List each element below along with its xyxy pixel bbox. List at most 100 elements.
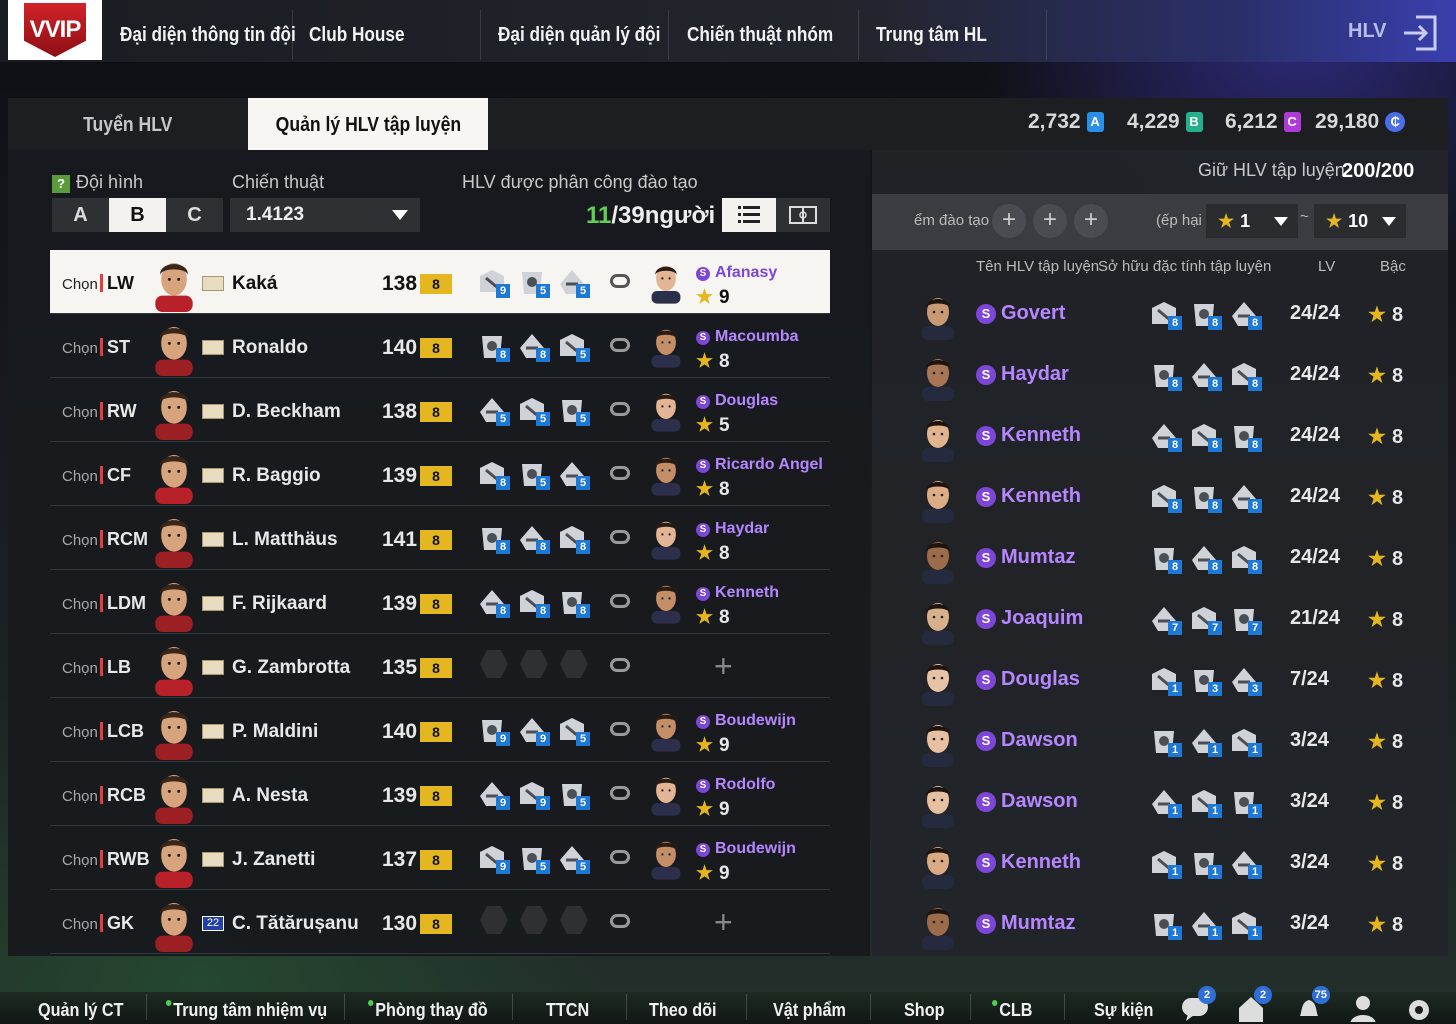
- coach-name[interactable]: S Ricardo Angel: [696, 456, 823, 474]
- add-filter-button[interactable]: +: [1033, 204, 1067, 238]
- select-label[interactable]: Chọn: [62, 404, 98, 421]
- select-label[interactable]: Chọn: [62, 468, 98, 485]
- nav-group-tactics[interactable]: Chiến thuật nhóm: [687, 0, 833, 62]
- link-icon[interactable]: [610, 402, 630, 416]
- player-row[interactable]: Chọn LB G. Zambrotta 135 8 +: [50, 634, 830, 698]
- coach-row[interactable]: S Kenneth 8 8 8 24/24 ★ 8: [872, 406, 1448, 467]
- bottom-nav-items[interactable]: Vật phẩm: [773, 1000, 846, 1021]
- link-icon[interactable]: [610, 850, 630, 864]
- nav-team-manager[interactable]: Đại diện quản lý đội: [498, 0, 660, 62]
- bottom-nav-ttcn[interactable]: TTCN: [546, 1000, 589, 1021]
- coach-row[interactable]: S Dawson 1 1 1 3/24 ★ 8: [872, 711, 1448, 772]
- coach-row[interactable]: S Kenneth 8 8 8 24/24 ★ 8: [872, 467, 1448, 528]
- link-icon[interactable]: [610, 466, 630, 480]
- coach-name[interactable]: S Macoumba: [696, 328, 799, 346]
- coach-row[interactable]: S Joaquim 7 7 7 21/24 ★ 8: [872, 589, 1448, 650]
- coach-traits: 8 8 8: [1148, 298, 1262, 330]
- coach-name[interactable]: S Kenneth: [696, 584, 779, 602]
- help-icon[interactable]: ?: [52, 175, 70, 193]
- coach-name: S Govert: [976, 302, 1065, 325]
- link-icon[interactable]: [610, 786, 630, 800]
- player-row[interactable]: Chọn LDM F. Rijkaard 139 8 8 8 8 S Kenneth ★ 8: [50, 570, 830, 634]
- tab-recruit-coach[interactable]: Tuyển HLV: [8, 98, 248, 150]
- select-label[interactable]: Chọn: [62, 340, 98, 357]
- bottom-nav-events[interactable]: Sự kiện: [1094, 1000, 1153, 1021]
- link-icon[interactable]: [610, 914, 630, 928]
- bottom-nav-manage-ct[interactable]: Quản lý CT: [38, 1000, 124, 1021]
- select-label[interactable]: Chọn: [62, 916, 98, 933]
- link-icon[interactable]: [610, 530, 630, 544]
- coach-row[interactable]: S Govert 8 8 8 24/24 ★ 8: [872, 284, 1448, 345]
- nav-training-center[interactable]: Trung tâm HL: [876, 0, 987, 62]
- coach-row[interactable]: S Mumtaz 1 1 1 3/24 ★ 8: [872, 894, 1448, 955]
- bottom-nav-mission-center[interactable]: Trung tâm nhiệm vụ: [166, 1000, 327, 1021]
- formation-a-button[interactable]: A: [52, 198, 109, 232]
- link-icon[interactable]: [610, 338, 630, 352]
- player-row[interactable]: Chọn GK 22 C. Tătărușanu 130 8 +: [50, 890, 830, 954]
- chat-button[interactable]: 2: [1180, 986, 1216, 1022]
- formation-c-button[interactable]: C: [166, 198, 223, 232]
- coach-level: 24/24: [1290, 546, 1341, 568]
- vvip-logo[interactable]: VVIP: [8, 0, 102, 60]
- select-label[interactable]: Chọn: [62, 660, 98, 677]
- coach-level: 21/24: [1290, 607, 1341, 629]
- player-row[interactable]: Chọn LW Kaká 138 8 9 5 5 S Afanasy ★ 9: [50, 250, 830, 314]
- link-icon[interactable]: [610, 722, 630, 736]
- coach-name[interactable]: S Rodolfo: [696, 776, 775, 794]
- tab-manage-training-coach[interactable]: Quản lý HLV tập luyện: [248, 98, 488, 150]
- coach-row[interactable]: S Kenneth 1 1 1 3/24 ★ 8: [872, 833, 1448, 894]
- new-dot-icon: [368, 1000, 374, 1006]
- coach-rank: ★ 8: [1368, 790, 1403, 815]
- link-icon[interactable]: [610, 594, 630, 608]
- player-row[interactable]: Chọn RW D. Beckham 138 8 5 5 5 S Douglas ★ 5: [50, 378, 830, 442]
- bottom-nav-follow[interactable]: Theo dõi: [649, 1000, 717, 1021]
- notifications-button[interactable]: 75: [1294, 986, 1330, 1022]
- coach-name[interactable]: S Boudewijn: [696, 712, 796, 730]
- training-trait-icon: 5: [556, 842, 590, 874]
- select-label[interactable]: Chọn: [62, 532, 98, 549]
- player-row[interactable]: Chọn ST Ronaldo 140 8 8 8 5 S Macoumba ★ 8: [50, 314, 830, 378]
- add-filter-button[interactable]: +: [992, 204, 1026, 238]
- add-filter-button[interactable]: +: [1074, 204, 1108, 238]
- select-label[interactable]: Chọn: [62, 788, 98, 805]
- coach-name[interactable]: S Haydar: [696, 520, 769, 538]
- coach-name[interactable]: S Boudewijn: [696, 840, 796, 858]
- formation-b-button[interactable]: B: [109, 198, 166, 232]
- player-row[interactable]: Chọn RCM L. Matthäus 141 8 8 8 8 S Haydar ★ 8: [50, 506, 830, 570]
- player-row[interactable]: Chọn RCB A. Nesta 139 8 9 9 5 S Rodolfo ★ 9: [50, 762, 830, 826]
- rank-from-dropdown[interactable]: ★ 1: [1206, 204, 1298, 238]
- coach-name-text: Rodolfo: [715, 776, 776, 793]
- bottom-nav-locker-room[interactable]: Phòng thay đồ: [368, 1000, 488, 1021]
- add-coach-button[interactable]: +: [714, 904, 733, 941]
- pitch-view-button[interactable]: [776, 198, 830, 232]
- rank-to-dropdown[interactable]: ★ 10: [1314, 204, 1406, 238]
- player-row[interactable]: Chọn LCB P. Maldini 140 8 9 9 5 S Boudewijn ★ 9: [50, 698, 830, 762]
- home-button[interactable]: 2: [1236, 986, 1272, 1022]
- coach-name[interactable]: S Afanasy: [696, 264, 777, 282]
- select-label[interactable]: Chọn: [62, 852, 98, 869]
- coach-row[interactable]: S Mumtaz 8 8 8 24/24 ★ 8: [872, 528, 1448, 589]
- settings-button[interactable]: [1404, 994, 1434, 1022]
- nav-club-house[interactable]: Club House: [309, 0, 405, 62]
- list-view-button[interactable]: [722, 198, 776, 232]
- select-label[interactable]: Chọn: [62, 724, 98, 741]
- link-icon[interactable]: [610, 274, 630, 288]
- add-coach-button[interactable]: +: [714, 648, 733, 685]
- currency-b-icon: B: [1185, 112, 1203, 132]
- bottom-nav-shop[interactable]: Shop: [904, 1000, 945, 1021]
- select-label[interactable]: Chọn: [62, 596, 98, 613]
- exit-icon[interactable]: [1402, 14, 1438, 52]
- coach-row[interactable]: S Haydar 8 8 8 24/24 ★ 8: [872, 345, 1448, 406]
- tactic-dropdown[interactable]: 1.4123: [230, 198, 420, 232]
- profile-button[interactable]: [1348, 994, 1378, 1024]
- coach-row[interactable]: S Douglas 1 3 3 7/24 ★ 8: [872, 650, 1448, 711]
- coach-name[interactable]: S Douglas: [696, 392, 778, 410]
- nav-team-info[interactable]: Đại diện thông tin đội: [120, 0, 296, 62]
- select-label[interactable]: Chọn: [62, 276, 98, 293]
- player-row[interactable]: Chọn CF R. Baggio 139 8 8 5 5 S Ricardo Angel ★ 8: [50, 442, 830, 506]
- link-icon[interactable]: [610, 658, 630, 672]
- bottom-nav-club[interactable]: CLB: [992, 1000, 1033, 1021]
- player-row[interactable]: Chọn RWB J. Zanetti 137 8 9 5 5 S Boudewijn ★ 9: [50, 826, 830, 890]
- coach-rank: ★ 9: [696, 862, 730, 885]
- coach-row[interactable]: S Dawson 1 1 1 3/24 ★ 8: [872, 772, 1448, 833]
